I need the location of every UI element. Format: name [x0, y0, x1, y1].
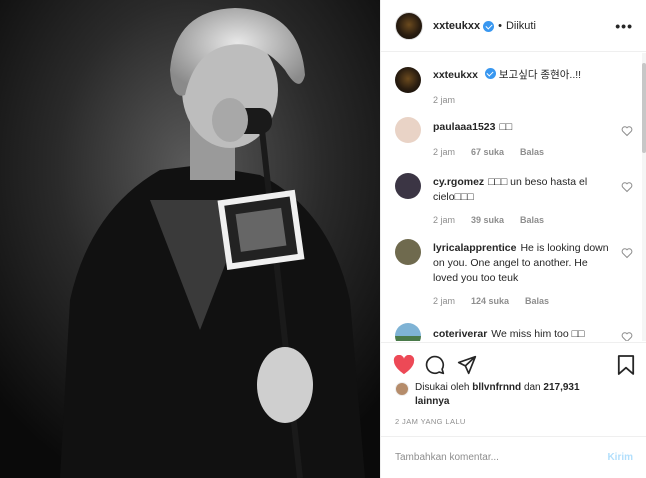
comment-heart-icon[interactable]: [621, 331, 633, 341]
comments-scrollbar[interactable]: [642, 53, 646, 341]
heart-icon[interactable]: [393, 355, 415, 375]
author-username[interactable]: xxteukxx: [433, 20, 480, 32]
caption-username[interactable]: xxteukxx: [433, 69, 478, 81]
verified-icon: [483, 21, 495, 32]
add-comment-input[interactable]: [395, 452, 608, 463]
comment-likes[interactable]: 124 suka: [471, 296, 509, 306]
follow-status-button[interactable]: Diikuti: [506, 20, 536, 32]
commenter-username[interactable]: coteriverar: [433, 328, 487, 340]
separator-dot: •: [498, 19, 502, 32]
comment-heart-icon[interactable]: [621, 125, 633, 137]
comment-time[interactable]: 2 jam: [433, 215, 455, 225]
post-photo[interactable]: [0, 0, 380, 478]
liker-username[interactable]: bllvnfrnnd: [472, 382, 521, 393]
comment-likes[interactable]: 67 suka: [471, 147, 504, 157]
commenter-username[interactable]: paulaaa1523: [433, 121, 495, 133]
more-options-icon[interactable]: •••: [615, 18, 633, 34]
comment-time[interactable]: 2 jam: [433, 296, 455, 306]
verified-icon: [484, 68, 496, 79]
scrollbar-thumb[interactable]: [642, 63, 646, 153]
author-avatar[interactable]: [395, 11, 423, 40]
reply-button[interactable]: Balas: [520, 147, 544, 157]
post-photo-image: [0, 0, 380, 478]
comment-item: cy.rgomez □□□ un beso hasta el cielo□□□ 2…: [395, 173, 635, 225]
comment-heart-icon[interactable]: [621, 247, 633, 259]
comment-text: □□: [499, 121, 513, 133]
action-bar: [381, 342, 646, 382]
post-comment-button[interactable]: Kirim: [607, 452, 633, 463]
post-header: xxteukxx • Diikuti •••: [381, 0, 646, 52]
likes-summary: Disukai oleh bllvnfrnnd dan 217,931 lain…: [395, 381, 615, 409]
comment-text: We miss him too □□: [491, 328, 585, 340]
comments-list[interactable]: xxteukxx 보고싶다 종현아..!! 2 jam paulaaa1523 □…: [381, 53, 643, 341]
commenter-username[interactable]: lyricalapprentice: [433, 242, 516, 254]
caption-text: 보고싶다 종현아..!!: [498, 69, 582, 81]
commenter-avatar[interactable]: [395, 173, 421, 199]
likes-prefix: Disukai oleh: [415, 382, 470, 393]
caption-time[interactable]: 2 jam: [433, 95, 455, 105]
commenter-avatar[interactable]: [395, 117, 421, 143]
post-details-panel: xxteukxx • Diikuti ••• xxteukxx 보고싶다 종현아…: [380, 0, 646, 478]
comment-item: coteriverar We miss him too □□: [395, 323, 635, 341]
commenter-avatar[interactable]: [395, 323, 421, 341]
bookmark-icon[interactable]: [617, 354, 635, 376]
commenter-avatar[interactable]: [395, 239, 421, 265]
comment-item: paulaaa1523 □□ 2 jam 67 suka Balas: [395, 117, 635, 157]
reply-button[interactable]: Balas: [525, 296, 549, 306]
comment-heart-icon[interactable]: [621, 181, 633, 193]
comment-likes[interactable]: 39 suka: [471, 215, 504, 225]
caption: xxteukxx 보고싶다 종현아..!! 2 jam: [395, 67, 635, 105]
add-comment-bar: Kirim: [381, 436, 646, 478]
caption-avatar[interactable]: [395, 67, 421, 93]
reply-button[interactable]: Balas: [520, 215, 544, 225]
comment-icon[interactable]: [425, 355, 445, 375]
post-timestamp[interactable]: 2 JAM YANG LALU: [395, 417, 466, 426]
likes-and: dan: [523, 382, 541, 393]
commenter-username[interactable]: cy.rgomez: [433, 176, 484, 188]
liker-avatar[interactable]: [395, 382, 409, 396]
comment-item: lyricalapprentice He is looking down on y…: [395, 239, 635, 306]
share-icon[interactable]: [457, 355, 477, 375]
comment-time[interactable]: 2 jam: [433, 147, 455, 157]
